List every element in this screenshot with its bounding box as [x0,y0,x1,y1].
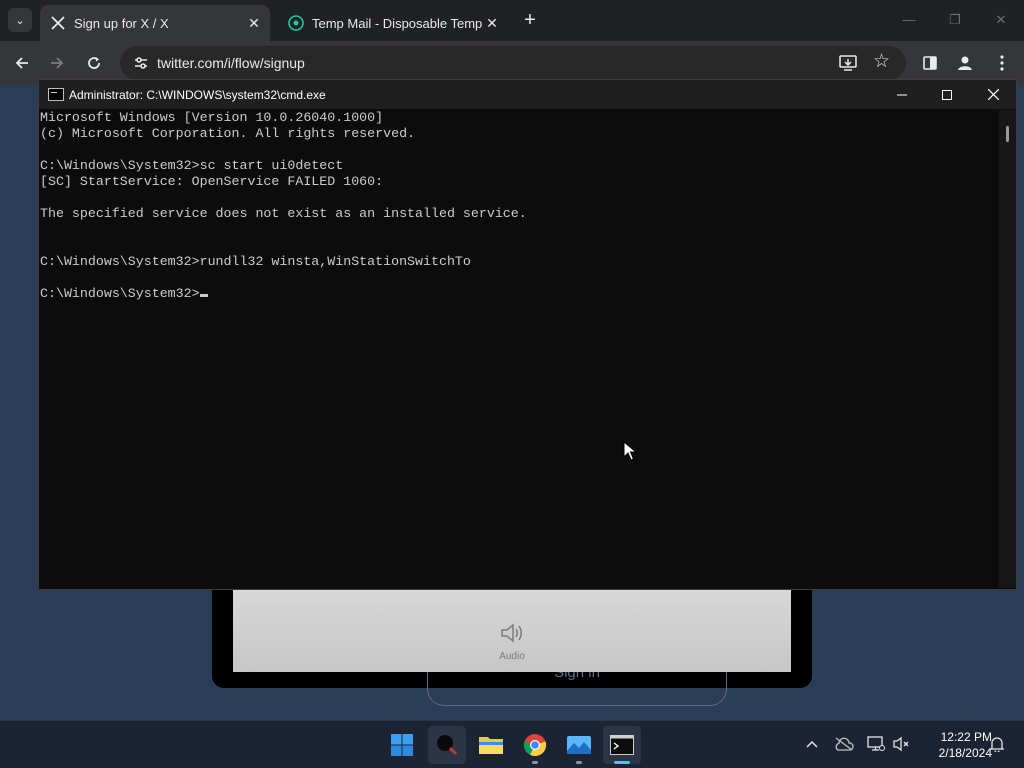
minimize-icon[interactable]: — [896,8,922,32]
console-line: Microsoft Windows [Version 10.0.26040.10… [40,110,384,125]
tab-sign-up-x[interactable]: Sign up for X / X ✕ [40,5,270,41]
chevron-up-icon[interactable] [801,733,823,755]
cmd-window: Administrator: C:\WINDOWS\system32\cmd.e… [38,79,1017,590]
close-icon[interactable] [970,80,1016,109]
minimize-icon[interactable] [879,80,925,109]
volume-muted-icon[interactable] [891,733,913,755]
url-text: twitter.com/i/flow/signup [157,55,305,71]
windows-start-icon[interactable] [383,726,421,764]
address-bar[interactable]: twitter.com/i/flow/signup ☆ [120,46,906,80]
console-scrollbar[interactable] [999,110,1016,588]
tab-title: Temp Mail - Disposable Tempor [312,15,482,31]
terminal-icon[interactable] [603,726,641,764]
search-icon[interactable] [428,726,466,764]
system-clock[interactable]: 12:22 PM 2/18/2024 [920,729,992,761]
tab-title: Sign up for X / X [74,15,169,31]
mouse-pointer-icon [623,441,637,461]
clock-time: 12:22 PM [940,730,992,744]
side-panel-icon[interactable] [918,51,942,75]
x-logo-icon [50,15,66,31]
notification-bell-icon[interactable] [986,733,1008,755]
console-line: C:\Windows\System32>sc start ui0detect [40,158,344,173]
sign-in-label: Sign in [554,672,600,681]
site-info-icon[interactable] [132,54,150,72]
console-line: (c) Microsoft Corporation. All rights re… [40,126,416,141]
close-tab-icon[interactable]: ✕ [244,13,264,33]
chrome-icon[interactable] [516,726,554,764]
network-icon[interactable] [865,733,887,755]
taskbar: 12:22 PM 2/18/2024 [0,720,1024,768]
tempmail-icon [288,15,304,31]
text-cursor [199,294,208,297]
console-prompt: C:\Windows\System32> [40,286,200,301]
cmd-title: Administrator: C:\WINDOWS\system32\cmd.e… [69,88,326,102]
maximize-icon[interactable] [924,80,970,109]
photos-icon[interactable] [560,726,598,764]
profile-icon[interactable] [953,51,977,75]
file-explorer-icon[interactable] [472,726,510,764]
tab-strip: ⌄ Sign up for X / X ✕ Temp Mail - Dispos… [0,0,1024,41]
console-prompt-line[interactable]: C:\Windows\System32> [40,286,998,302]
install-app-icon[interactable] [838,53,858,73]
console-line: [SC] StartService: OpenService FAILED 10… [40,174,384,189]
tab-search-button[interactable]: ⌄ [8,8,32,32]
bookmark-star-icon[interactable]: ☆ [873,50,890,73]
forward-icon[interactable] [45,51,69,75]
sign-in-button[interactable]: Sign in [427,672,727,706]
scrollbar-thumb[interactable] [1006,126,1009,142]
console-output[interactable]: Microsoft Windows [Version 10.0.26040.10… [40,110,998,588]
active-indicator [614,761,630,764]
running-indicator [576,761,582,764]
cmd-icon [48,88,64,101]
speaker-icon [501,623,522,643]
audio-challenge-button[interactable]: Audio [488,622,536,662]
chevron-down-icon: ⌄ [15,14,25,27]
running-indicator [532,761,538,764]
cmd-title-bar[interactable]: Administrator: C:\WINDOWS\system32\cmd.e… [39,80,1016,109]
close-tab-icon[interactable]: ✕ [482,13,502,33]
audio-label: Audio [499,651,525,662]
new-tab-button[interactable]: + [518,9,542,33]
onedrive-offline-icon[interactable] [833,733,855,755]
menu-kebab-icon[interactable] [990,51,1014,75]
back-icon[interactable] [10,51,34,75]
console-line: The specified service does not exist as … [40,206,527,221]
console-line: C:\Windows\System32>rundll32 winsta,WinS… [40,254,471,269]
close-window-icon[interactable]: ✕ [988,8,1014,32]
reload-icon[interactable] [82,51,106,75]
restore-icon[interactable]: ❐ [942,8,968,32]
clock-date: 2/18/2024 [938,746,992,760]
tab-temp-mail[interactable]: Temp Mail - Disposable Tempor ✕ [278,5,508,41]
